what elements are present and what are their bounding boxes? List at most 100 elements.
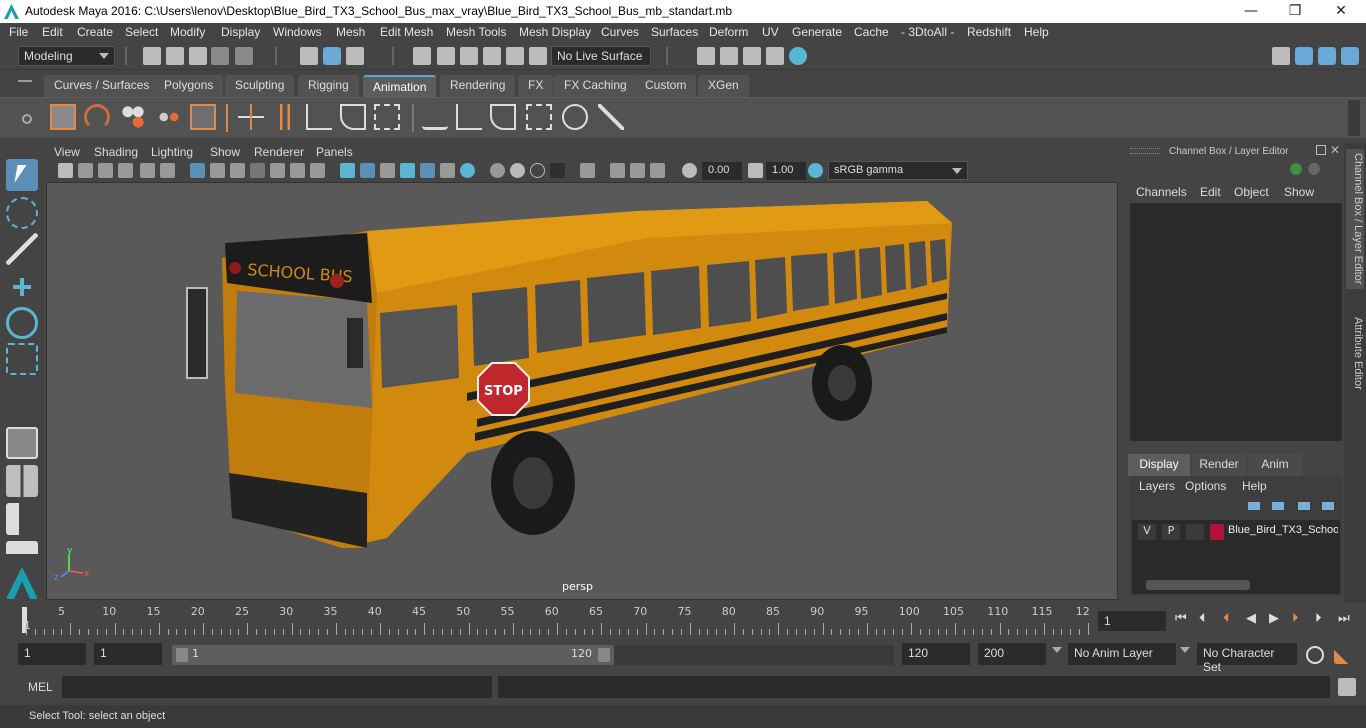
select-camera-icon[interactable] — [58, 163, 73, 178]
color-space-dropdown[interactable]: sRGB gamma — [828, 161, 968, 180]
lasso-tool-icon[interactable] — [6, 197, 38, 229]
tab-polygons[interactable]: Polygons — [154, 75, 224, 97]
move-key-icon[interactable] — [306, 104, 332, 130]
layer-tab-display[interactable]: Display — [1128, 454, 1190, 476]
hypershade-icon[interactable] — [789, 47, 807, 65]
tab-custom[interactable]: Custom — [635, 75, 697, 97]
menu-curves[interactable]: Curves — [601, 25, 639, 39]
restore-button[interactable]: ❐ — [1280, 2, 1310, 20]
two-view-layout-icon[interactable] — [6, 503, 38, 535]
gamma-icon[interactable] — [748, 163, 763, 178]
shelf-menu-icon[interactable] — [18, 80, 32, 82]
command-input[interactable] — [62, 676, 492, 698]
shadows-icon[interactable] — [460, 163, 475, 178]
rotate-tool-icon[interactable] — [6, 307, 38, 339]
panel-grip[interactable] — [1130, 148, 1160, 154]
chevron-down-icon[interactable] — [1052, 647, 1062, 653]
undo-icon[interactable] — [211, 47, 229, 65]
resolution-gate-icon[interactable] — [210, 163, 225, 178]
layer-tab-anim[interactable]: Anim — [1248, 454, 1302, 476]
grid-toggle-icon[interactable] — [140, 163, 155, 178]
menu-edit-mesh[interactable]: Edit Mesh — [380, 25, 433, 39]
xray-components-icon[interactable] — [630, 163, 645, 178]
layer-scrollbar[interactable] — [1146, 580, 1250, 590]
select-hierarchy-icon[interactable] — [300, 47, 318, 65]
tab-animation[interactable]: Animation — [363, 75, 437, 97]
menu-uv[interactable]: UV — [762, 25, 779, 39]
snap-curve-icon[interactable] — [437, 47, 455, 65]
menu-surfaces[interactable]: Surfaces — [651, 25, 698, 39]
render-view-icon[interactable] — [697, 47, 715, 65]
wireframe-icon[interactable] — [190, 163, 205, 178]
joint-scale-icon[interactable] — [526, 104, 552, 130]
go-to-start-icon[interactable]: ⏮ — [1175, 611, 1187, 626]
animation-preferences-icon[interactable] — [1334, 646, 1352, 664]
select-component-icon[interactable] — [346, 47, 364, 65]
snap-view-plane-icon[interactable] — [483, 47, 501, 65]
close-button[interactable]: ✕ — [1326, 2, 1356, 20]
range-slider-track[interactable] — [614, 645, 894, 665]
playback-start-field[interactable]: 1 — [94, 643, 162, 665]
command-mode-label[interactable]: MEL — [28, 680, 53, 694]
gamma-field[interactable]: 1.00 — [766, 162, 806, 180]
textured-icon[interactable] — [400, 163, 415, 178]
workspace-icon[interactable] — [1272, 47, 1290, 65]
tab-rigging[interactable]: Rigging — [298, 75, 359, 97]
render-current-icon[interactable] — [720, 47, 738, 65]
tab-rendering[interactable]: Rendering — [440, 75, 516, 97]
isolate-select-icon[interactable] — [310, 163, 325, 178]
object-menu[interactable]: Object — [1234, 185, 1269, 199]
playblast-icon[interactable] — [50, 104, 76, 130]
range-slider-end-handle[interactable] — [598, 648, 610, 662]
breakdown-key-icon[interactable] — [272, 104, 298, 130]
float-panel-icon[interactable] — [1316, 145, 1326, 155]
layer-display-type-toggle[interactable] — [1186, 524, 1204, 540]
menu-3dtoall[interactable]: - 3DtoAll - — [901, 25, 954, 39]
new-layer-selected-icon[interactable] — [1322, 502, 1334, 510]
four-view-layout-icon[interactable] — [6, 465, 38, 497]
tab-channel-box-layer-editor[interactable]: Channel Box / Layer Editor — [1346, 149, 1364, 289]
viewport-menu-lighting[interactable]: Lighting — [151, 145, 193, 159]
rotate-key-icon[interactable] — [340, 104, 366, 130]
layers-menu[interactable]: Layers — [1139, 479, 1175, 493]
perspective-viewport[interactable]: SCHOOL BUS STOP y x z persp — [46, 182, 1118, 600]
menu-cache[interactable]: Cache — [854, 25, 889, 39]
single-view-layout-icon[interactable] — [6, 427, 38, 459]
menu-select[interactable]: Select — [125, 25, 158, 39]
tab-curves-surfaces[interactable]: Curves / Surfaces — [44, 75, 160, 97]
edit-menu[interactable]: Edit — [1200, 185, 1221, 199]
set-key-icon[interactable] — [238, 104, 264, 130]
outliner-toggle-icon[interactable] — [1295, 47, 1313, 65]
menu-mesh-tools[interactable]: Mesh Tools — [446, 25, 506, 39]
menu-mesh-display[interactable]: Mesh Display — [519, 25, 591, 39]
image-plane-icon[interactable] — [118, 163, 133, 178]
play-backwards-icon[interactable]: ◀ — [1246, 611, 1256, 626]
joint-rotate-icon[interactable] — [490, 104, 516, 130]
ipr-render-icon[interactable] — [743, 47, 761, 65]
menu-help[interactable]: Help — [1024, 25, 1049, 39]
wireframe-on-shaded-icon[interactable] — [380, 163, 395, 178]
menu-redshift[interactable]: Redshift — [967, 25, 1011, 39]
xray-joints-icon[interactable] — [610, 163, 625, 178]
turntable-icon[interactable] — [190, 104, 216, 130]
xray-icon[interactable] — [580, 163, 595, 178]
layer-row[interactable]: V P Blue_Bird_TX3_School_ — [1136, 524, 1340, 542]
snap-surface-icon[interactable] — [506, 47, 524, 65]
help-menu[interactable]: Help — [1242, 479, 1267, 493]
scale-tool-icon[interactable] — [6, 343, 38, 375]
film-gate-icon[interactable] — [160, 163, 175, 178]
redo-icon[interactable] — [235, 47, 253, 65]
chevron-down-icon[interactable] — [1180, 647, 1190, 653]
viewport-menu-panels[interactable]: Panels — [316, 145, 353, 159]
backface-culling-icon[interactable] — [650, 163, 665, 178]
motion-blur-icon[interactable] — [510, 163, 525, 178]
screen-space-ao-icon[interactable] — [490, 163, 505, 178]
ghost-icon[interactable] — [84, 104, 110, 130]
live-surface-field[interactable]: No Live Surface — [551, 46, 651, 66]
step-back-icon[interactable]: ⏴ — [1199, 611, 1206, 626]
open-scene-icon[interactable] — [166, 47, 184, 65]
camera-attributes-icon[interactable] — [78, 163, 93, 178]
menu-display[interactable]: Display — [221, 25, 260, 39]
manipulator-icon[interactable] — [1308, 163, 1320, 175]
locator-icon[interactable] — [562, 104, 588, 130]
